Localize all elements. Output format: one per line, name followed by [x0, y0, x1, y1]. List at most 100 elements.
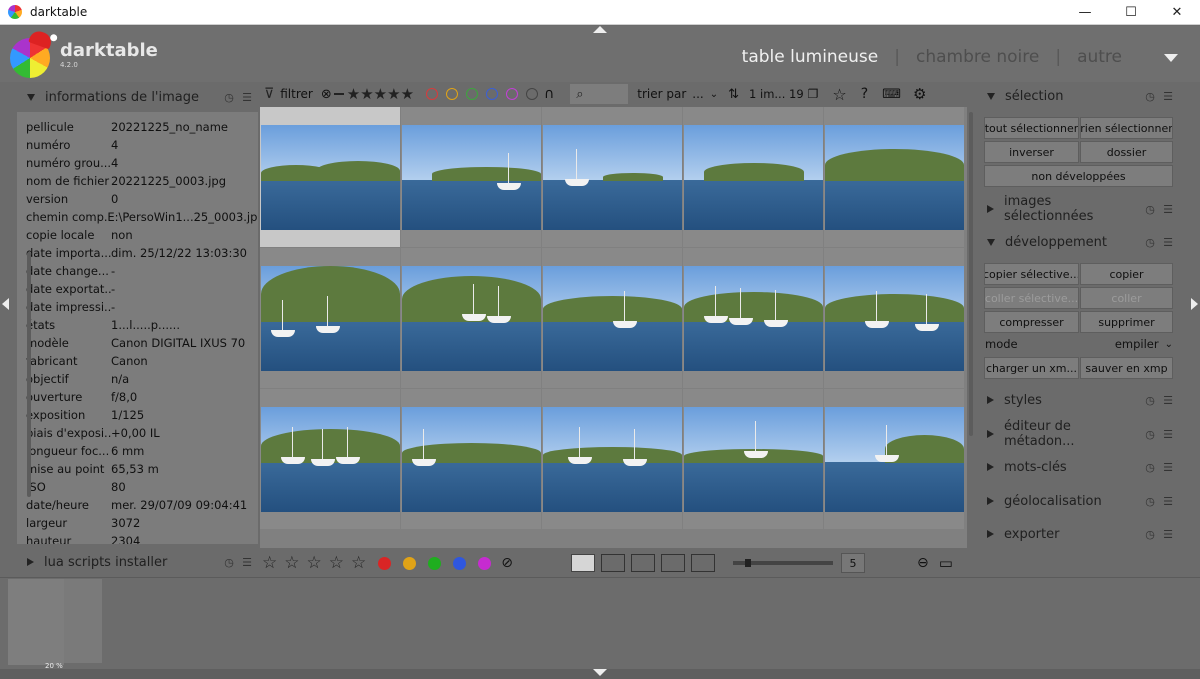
reset-icon[interactable]: ◷ [1143, 461, 1157, 474]
filmstrip-thumbnail[interactable] [64, 579, 102, 663]
copy-button[interactable]: copier [1080, 263, 1173, 285]
thumbnail-image[interactable] [825, 125, 964, 230]
select-film-roll-button[interactable]: dossier [1080, 141, 1173, 163]
thumbnail-image[interactable] [684, 266, 823, 371]
thumbnail-cell[interactable] [683, 107, 823, 247]
thumbnail-image[interactable] [684, 125, 823, 230]
presets-menu-icon[interactable]: ☰ [240, 556, 254, 569]
reset-icon[interactable]: ◷ [1143, 236, 1157, 249]
color-op-icon[interactable]: ∩ [544, 86, 554, 102]
load-xmp-button[interactable]: charger un xm... [984, 357, 1079, 379]
thumbnail-cell[interactable] [542, 107, 682, 247]
maximize-button[interactable]: ☐ [1108, 0, 1154, 25]
preview-layout-icon[interactable] [690, 554, 715, 572]
presets-menu-icon[interactable]: ☰ [1161, 90, 1175, 103]
thumbnail-cell[interactable] [824, 389, 964, 529]
module-header[interactable]: styles ◷ ☰ [977, 386, 1179, 414]
search-input[interactable]: ⌕ [570, 84, 629, 104]
thumbnail-image[interactable] [402, 125, 541, 230]
color-label-button-icon[interactable] [428, 556, 442, 570]
reset-icon[interactable]: ◷ [222, 556, 236, 569]
zoomable-layout-icon[interactable] [600, 554, 625, 572]
module-header[interactable]: mots-clés ◷ ☰ [977, 453, 1179, 481]
keyboard-icon[interactable]: ⌨ [882, 87, 901, 102]
zoom-slider-knob[interactable] [744, 559, 751, 567]
select-none-button[interactable]: rien sélectionner [1080, 117, 1173, 139]
sort-order-icon[interactable]: ⇅ [728, 87, 739, 102]
star-overlay-icon[interactable]: ☆ [832, 85, 846, 104]
presets-menu-icon[interactable]: ☰ [1161, 236, 1175, 249]
compress-history-button[interactable]: compresser [984, 311, 1079, 333]
collapse-left-icon[interactable] [2, 298, 9, 310]
filter-icon[interactable]: ⊽ [264, 86, 274, 102]
presets-menu-icon[interactable]: ☰ [1161, 495, 1175, 508]
presets-menu-icon[interactable]: ☰ [1161, 203, 1175, 216]
selected-images-header[interactable]: images sélectionnées ◷ ☰ [977, 194, 1179, 224]
thumbnail-image[interactable] [825, 407, 964, 512]
culling-layout-icon[interactable] [630, 554, 655, 572]
thumbnail-image[interactable] [543, 125, 682, 230]
rate-star-icon[interactable]: ☆ [351, 553, 366, 573]
collapse-bottom-icon[interactable] [593, 669, 607, 676]
thumbnail-cell[interactable] [542, 389, 682, 529]
thumbnail-cell[interactable] [260, 248, 400, 388]
color-red-filter-icon[interactable] [426, 88, 439, 100]
module-header[interactable]: exporter ◷ ☰ [977, 520, 1179, 548]
selective-paste-button[interactable]: coller sélective... [984, 287, 1079, 309]
view-other[interactable]: autre [1077, 47, 1122, 67]
selection-header[interactable]: sélection ◷ ☰ [977, 82, 1179, 110]
collapse-top-icon[interactable] [593, 26, 607, 33]
thumbnail-cell[interactable] [542, 248, 682, 388]
module-header[interactable]: éditeur de métadon... ◷ ☰ [977, 419, 1179, 449]
thumbnail-cell[interactable] [401, 107, 541, 247]
help-icon[interactable]: ? [861, 86, 868, 102]
discard-history-button[interactable]: supprimer [1080, 311, 1173, 333]
thumbnail-cell[interactable] [260, 389, 400, 529]
rate-star-icon[interactable]: ☆ [284, 553, 299, 573]
thumbnail-cell[interactable] [683, 248, 823, 388]
lua-installer-header[interactable]: lua scripts installer ◷ ☰ [17, 549, 258, 575]
thumbnail-image[interactable] [402, 266, 541, 371]
thumbnail-image[interactable] [402, 407, 541, 512]
thumbnail-image[interactable] [543, 266, 682, 371]
thumbnail-image[interactable] [261, 125, 400, 230]
presets-menu-icon[interactable]: ☰ [1161, 461, 1175, 474]
view-darkroom[interactable]: chambre noire [916, 47, 1039, 67]
reset-icon[interactable]: ◷ [1143, 495, 1157, 508]
select-untouched-button[interactable]: non développées [984, 165, 1173, 187]
image-info-header[interactable]: informations de l'image ◷ ☰ [17, 84, 258, 110]
thumbnail-image[interactable] [825, 266, 964, 371]
reset-icon[interactable]: ◷ [1143, 394, 1157, 407]
color-yellow-filter-icon[interactable] [446, 88, 459, 100]
write-xmp-button[interactable]: sauver en xmp [1080, 357, 1173, 379]
display-icon[interactable]: ▭ [939, 554, 953, 572]
color-blue-filter-icon[interactable] [486, 88, 499, 100]
thumbnail-image[interactable] [684, 407, 823, 512]
color-label-button-icon[interactable] [478, 556, 492, 570]
collapse-right-icon[interactable] [1191, 298, 1198, 310]
rate-star-icon[interactable]: ☆ [307, 553, 322, 573]
invert-selection-button[interactable]: inverser [984, 141, 1079, 163]
thumbnail-cell[interactable] [401, 248, 541, 388]
thumbnail-cell[interactable] [260, 107, 400, 247]
thumbnail-image[interactable] [261, 266, 400, 371]
thumbnail-cell[interactable] [401, 389, 541, 529]
minimize-button[interactable]: — [1062, 0, 1108, 25]
filmstrip-thumbnail[interactable] [8, 579, 64, 665]
color-grey-filter-icon[interactable] [526, 88, 539, 100]
culling-dynamic-icon[interactable] [660, 554, 685, 572]
color-purple-filter-icon[interactable] [506, 88, 519, 100]
gear-icon[interactable]: ⚙ [913, 85, 926, 103]
rate-star-icon[interactable]: ☆ [262, 553, 277, 573]
reset-icon[interactable]: ◷ [222, 91, 236, 104]
mode-dropdown[interactable]: empiler ⌄ [1115, 337, 1173, 351]
header-menu-icon[interactable] [1164, 54, 1178, 62]
color-label-button-icon[interactable] [453, 556, 467, 570]
close-button[interactable]: ✕ [1154, 0, 1200, 25]
module-header[interactable]: géolocalisation ◷ ☰ [977, 487, 1179, 515]
selective-copy-button[interactable]: copier sélective... [984, 263, 1079, 285]
grid-scrollbar[interactable] [969, 112, 973, 436]
thumbnail-cell[interactable] [824, 248, 964, 388]
color-label-button-icon[interactable] [403, 556, 417, 570]
rating-range[interactable]: ★ ★ ★ ★ ★ [333, 86, 414, 102]
